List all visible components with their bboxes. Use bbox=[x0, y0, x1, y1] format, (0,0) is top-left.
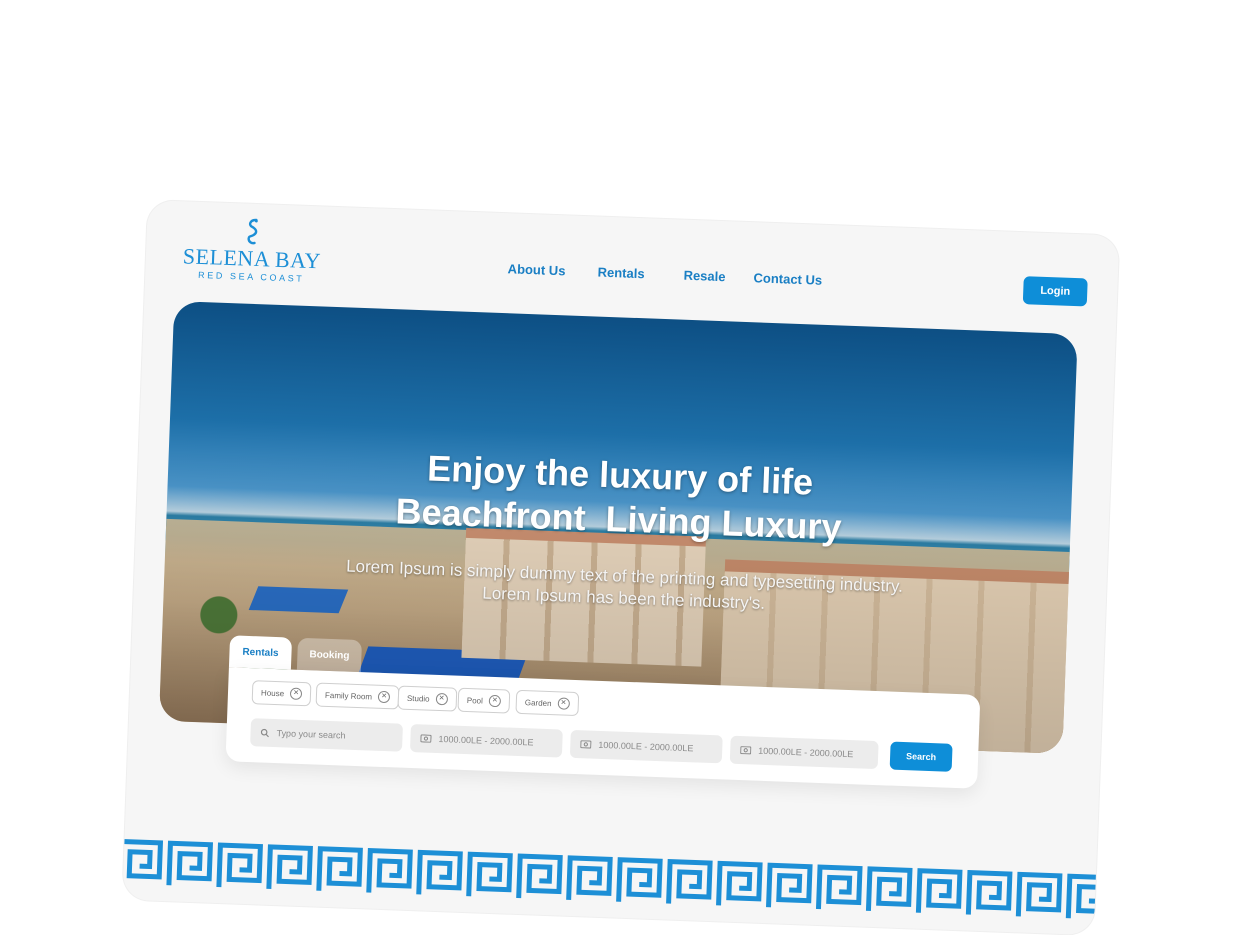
chip-label: Garden bbox=[524, 697, 552, 708]
greek-key-border bbox=[122, 835, 1107, 924]
search-button[interactable]: Search bbox=[889, 741, 953, 772]
chip-label: Studio bbox=[406, 693, 430, 704]
tab-rentals[interactable]: Rentals bbox=[228, 635, 293, 670]
search-input[interactable]: Typo your search bbox=[250, 718, 403, 752]
price-range-field-2[interactable]: 1000.00LE - 2000.00LE bbox=[569, 729, 723, 764]
price-range-value: 1000.00LE - 2000.00LE bbox=[438, 734, 534, 748]
chip-family-room[interactable]: Family Room ✕ bbox=[315, 682, 400, 710]
chip-label: Pool bbox=[466, 695, 484, 706]
tab-booking[interactable]: Booking bbox=[296, 637, 363, 673]
money-icon bbox=[740, 746, 752, 755]
brand-logo[interactable]: SELENA BAY RED SEA COAST bbox=[181, 215, 323, 284]
nav-rentals[interactable]: Rentals bbox=[597, 265, 644, 282]
nav-contact-us[interactable]: Contact Us bbox=[753, 270, 822, 288]
remove-chip-icon[interactable]: ✕ bbox=[557, 697, 570, 710]
chip-garden[interactable]: Garden ✕ bbox=[515, 689, 579, 717]
price-range-field-3[interactable]: 1000.00LE - 2000.00LE bbox=[729, 735, 879, 770]
price-range-field-1[interactable]: 1000.00LE - 2000.00LE bbox=[409, 723, 563, 758]
chip-label: House bbox=[260, 687, 285, 698]
search-placeholder: Typo your search bbox=[276, 728, 346, 741]
brand-name: SELENA BAY bbox=[182, 243, 322, 274]
remove-chip-icon[interactable]: ✕ bbox=[377, 690, 391, 704]
seahorse-logo-icon bbox=[247, 218, 258, 245]
website-mockup-card: SELENA BAY RED SEA COAST About Us Rental… bbox=[122, 200, 1120, 935]
price-range-value: 1000.00LE - 2000.00LE bbox=[758, 745, 854, 760]
login-button[interactable]: Login bbox=[1022, 276, 1088, 307]
chip-label: Family Room bbox=[324, 690, 373, 702]
chip-studio[interactable]: Studio ✕ bbox=[397, 685, 458, 712]
remove-chip-icon[interactable]: ✕ bbox=[289, 687, 303, 700]
nav-about-us[interactable]: About Us bbox=[507, 261, 565, 278]
remove-chip-icon[interactable]: ✕ bbox=[435, 692, 448, 706]
nav-resale[interactable]: Resale bbox=[683, 268, 725, 285]
chip-house[interactable]: House ✕ bbox=[251, 680, 312, 707]
chip-pool[interactable]: Pool ✕ bbox=[457, 687, 511, 714]
price-range-value: 1000.00LE - 2000.00LE bbox=[598, 739, 694, 754]
remove-chip-icon[interactable]: ✕ bbox=[488, 694, 502, 708]
money-icon bbox=[420, 734, 432, 743]
search-icon bbox=[260, 728, 269, 737]
money-icon bbox=[580, 740, 592, 749]
